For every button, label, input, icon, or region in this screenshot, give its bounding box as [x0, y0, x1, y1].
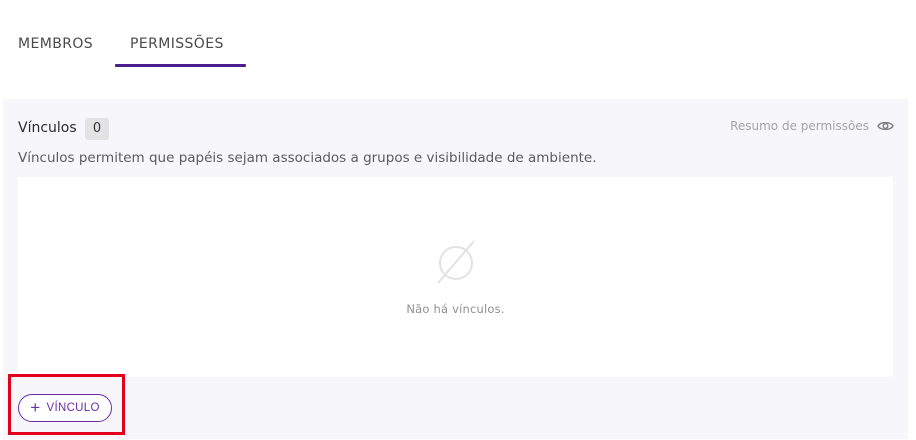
vinculos-panel: Vínculos 0 Resumo de permissões Vínculos…: [3, 99, 908, 439]
empty-state: Não há vínculos.: [18, 177, 893, 377]
tab-membros[interactable]: MEMBROS: [18, 36, 93, 52]
vinculos-description: Vínculos permitem que papéis sejam assoc…: [18, 150, 597, 166]
add-vinculo-label: VÍNCULO: [46, 402, 100, 414]
permissions-summary-link[interactable]: Resumo de permissões: [730, 119, 894, 133]
empty-message: Não há vínculos.: [406, 302, 505, 316]
eye-icon: [877, 120, 894, 132]
summary-label: Resumo de permissões: [730, 119, 869, 133]
add-vinculo-button[interactable]: + VÍNCULO: [18, 394, 112, 422]
tab-bar: MEMBROS PERMISSÕES: [0, 0, 916, 70]
vinculos-count-badge: 0: [85, 118, 109, 140]
empty-set-icon: [434, 239, 480, 289]
active-tab-indicator: [115, 64, 246, 67]
plus-icon: +: [30, 397, 41, 417]
vinculos-title: Vínculos: [18, 120, 77, 136]
tab-permissoes[interactable]: PERMISSÕES: [130, 36, 224, 52]
